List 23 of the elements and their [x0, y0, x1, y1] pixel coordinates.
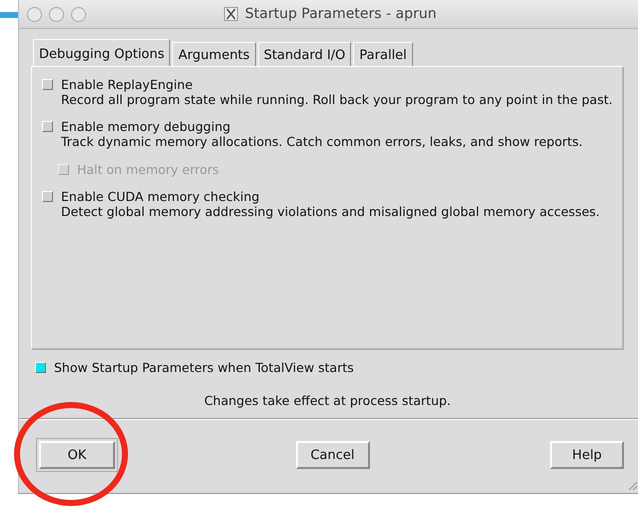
- option-description: Track dynamic memory allocations. Catch common errors, leaks, and show reports.: [61, 134, 584, 149]
- checkbox-label: Show Startup Parameters when TotalView starts: [54, 360, 354, 375]
- info-text: Changes take effect at process startup.: [203, 393, 452, 410]
- window-title: Startup Parameters - aprun: [245, 6, 436, 22]
- checkbox[interactable]: [42, 191, 53, 202]
- slide-accent-bar: [0, 12, 20, 18]
- option-label: Enable ReplayEngine: [61, 77, 193, 92]
- checkbox[interactable]: [42, 121, 53, 132]
- option-description: Detect global memory addressing violations and misaligned global memory accesses.: [61, 204, 601, 219]
- option-description: Record all program state while running. Roll back your program to any point in the past.: [61, 92, 613, 107]
- ok-button[interactable]: OK: [39, 441, 115, 469]
- option-label: Enable CUDA memory checking: [61, 189, 260, 204]
- help-button[interactable]: Help: [550, 441, 624, 469]
- option-label: Enable memory debugging: [61, 119, 230, 134]
- checkbox[interactable]: [35, 362, 46, 373]
- option-label: Halt on memory errors: [77, 162, 219, 177]
- tab[interactable]: Arguments: [172, 42, 256, 66]
- checkbox[interactable]: [42, 79, 53, 90]
- cancel-button[interactable]: Cancel: [296, 441, 370, 469]
- tab[interactable]: Debugging Options: [33, 39, 170, 66]
- x-window-icon: [224, 7, 238, 21]
- tab[interactable]: Standard I/O: [258, 42, 352, 66]
- tab[interactable]: Parallel: [353, 42, 413, 66]
